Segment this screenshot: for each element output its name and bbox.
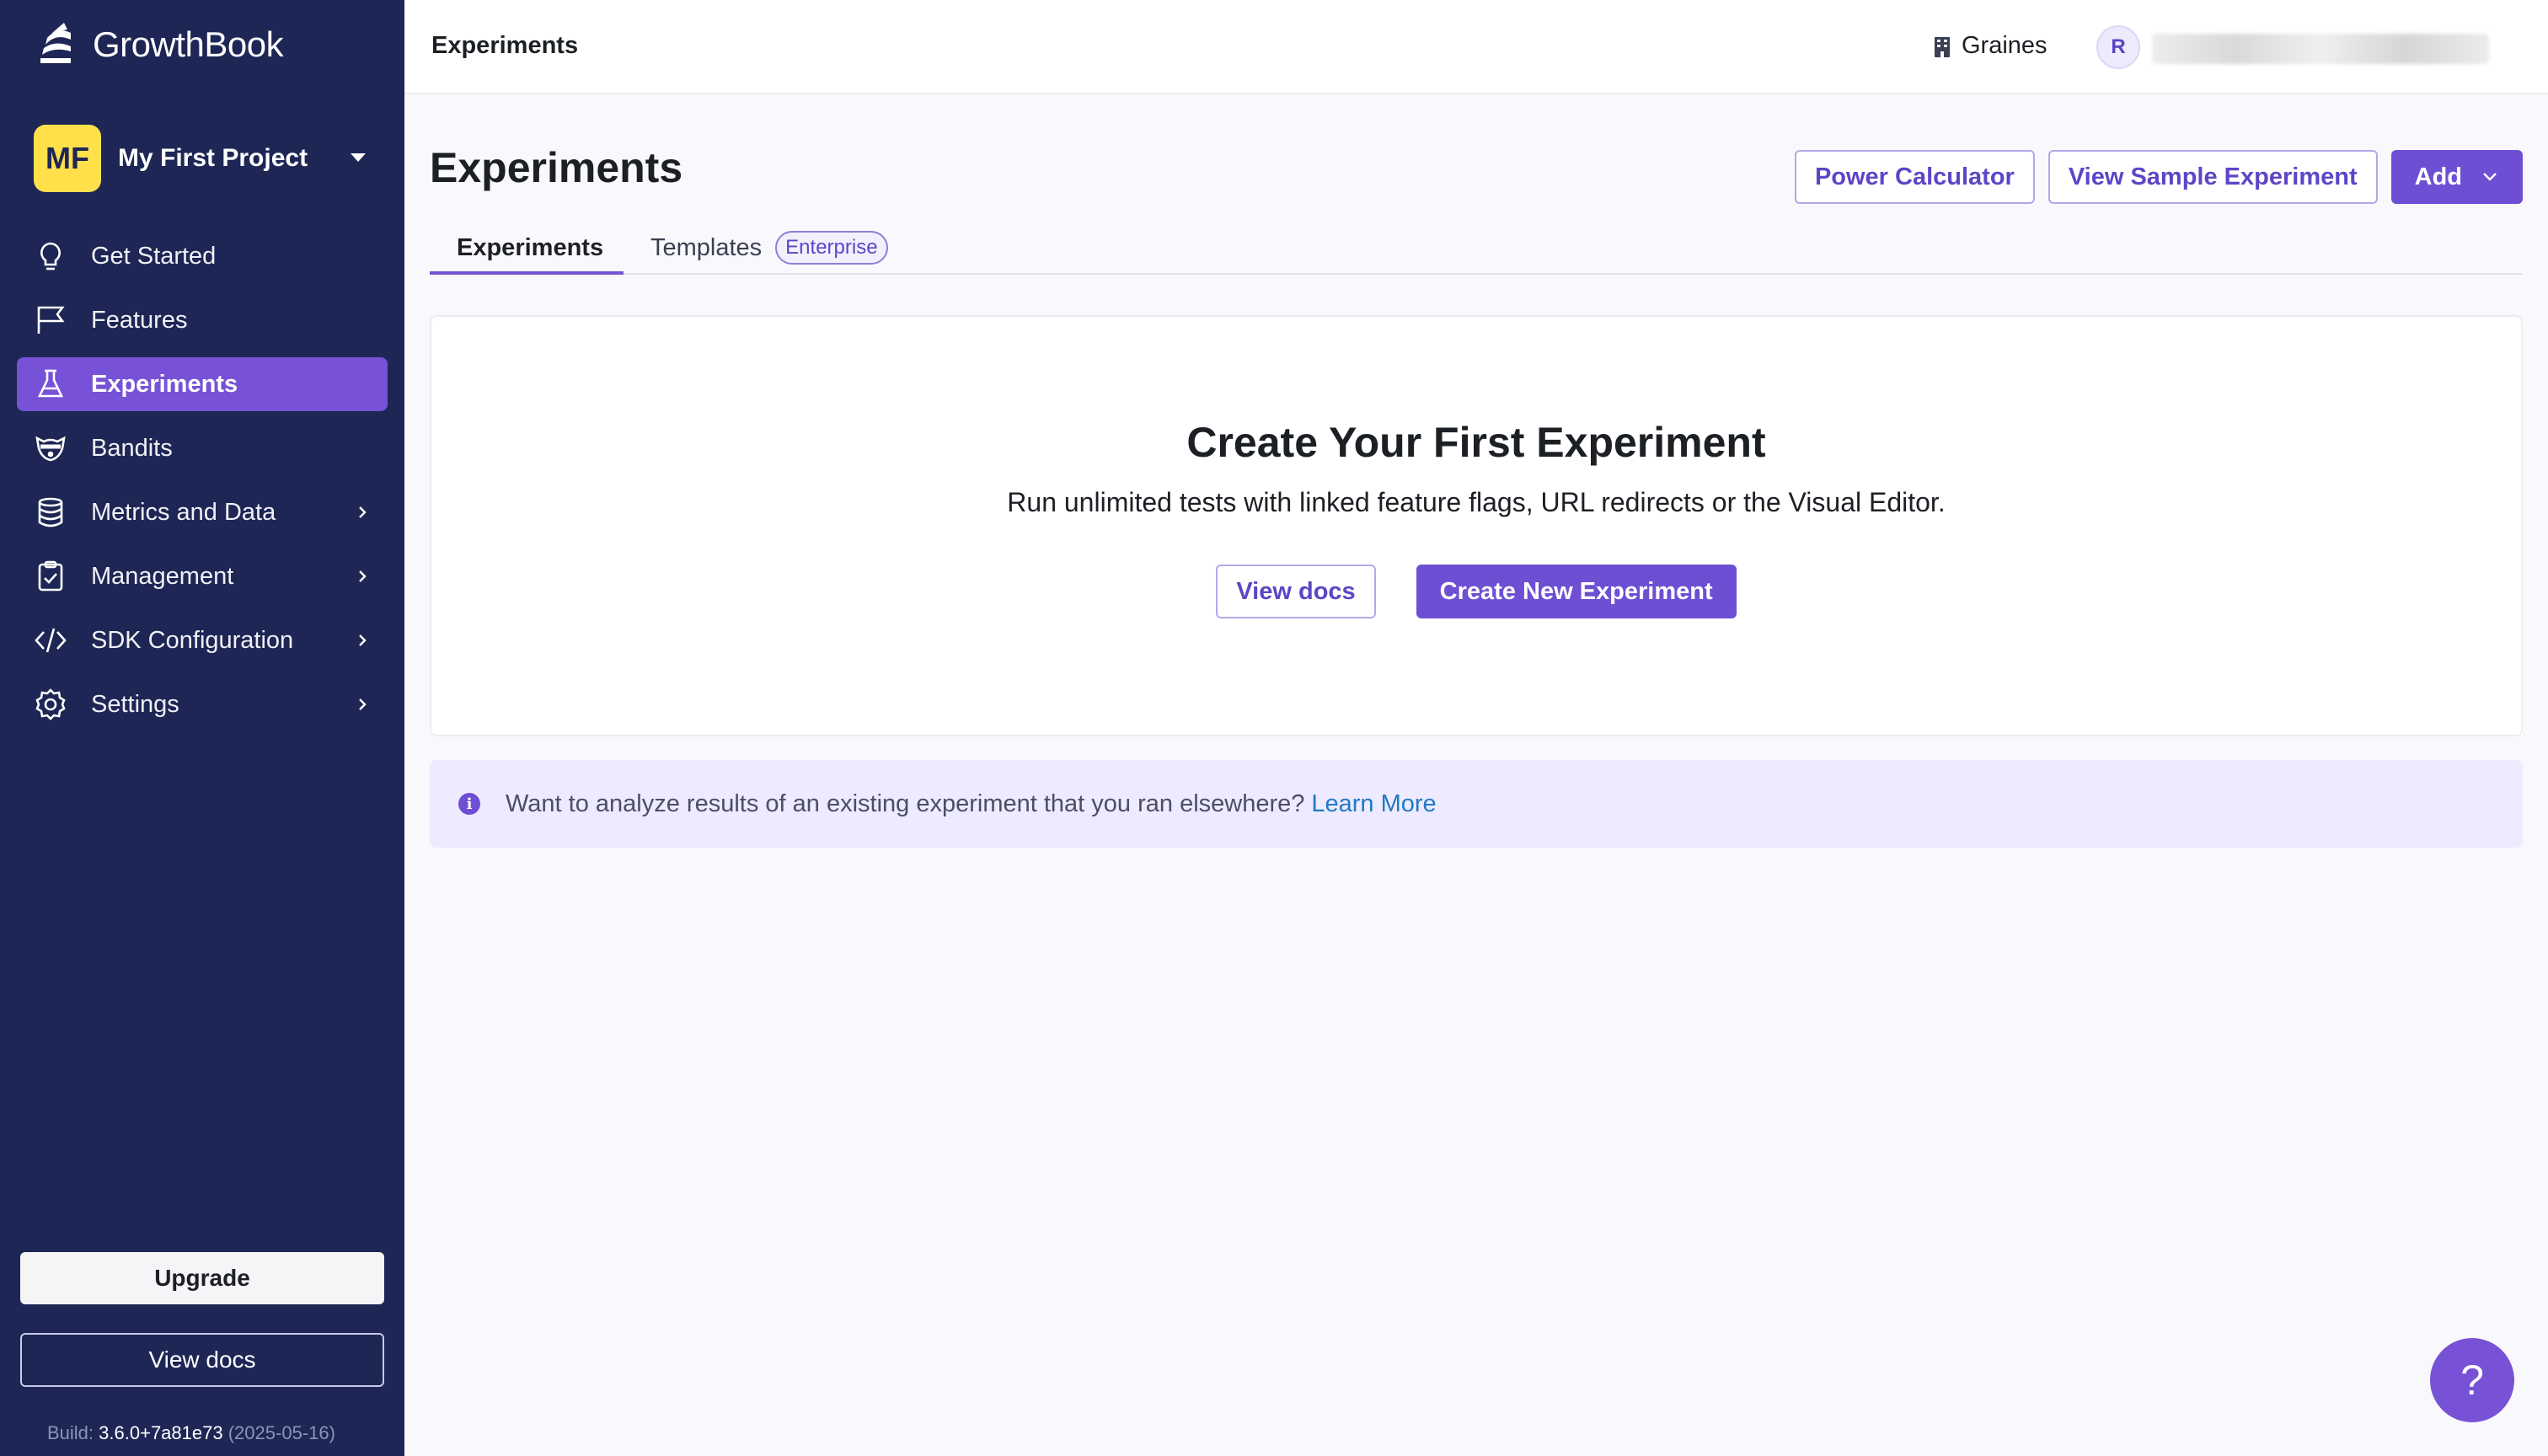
database-icon [34,495,67,529]
sidebar-item-sdk-configuration[interactable]: SDK Configuration [17,613,388,667]
flask-icon [34,367,67,401]
build-label: Build: [47,1422,94,1443]
org-name: Graines [1962,32,2048,59]
sidebar-item-settings[interactable]: Settings [17,677,388,731]
sidebar-item-experiments[interactable]: Experiments [17,357,388,411]
info-icon: i [458,793,480,815]
create-new-experiment-button[interactable]: Create New Experiment [1416,565,1737,618]
sidebar-item-label: Settings [91,690,179,718]
tab-templates[interactable]: Templates Enterprise [650,222,888,273]
flag-icon [34,303,67,337]
org-selector[interactable]: Graines [1933,32,2048,60]
info-callout: i Want to analyze results of an existing… [430,760,2523,848]
project-avatar: MF [34,125,101,192]
chevron-right-icon [359,506,367,518]
empty-state-actions: View docs Create New Experiment [431,565,2521,618]
chevron-right-icon [359,570,367,582]
user-name-redacted[interactable] [2152,34,2489,64]
caret-down-icon [351,153,366,162]
bandit-icon [34,431,67,465]
topbar-title: Experiments [431,32,579,59]
sidebar-item-label: Metrics and Data [91,498,276,526]
build-info: Build: 3.6.0+7a81e73 (2025-05-16) [47,1422,335,1444]
chevron-down-icon [2483,173,2497,181]
building-icon [1935,36,1950,57]
enterprise-badge: Enterprise [775,231,888,265]
view-sample-experiment-button[interactable]: View Sample Experiment [2048,150,2378,204]
sidebar-nav: Get Started Features Experiments Bandits… [17,229,388,741]
tab-bar: Experiments Templates Enterprise [430,211,2523,275]
upgrade-button[interactable]: Upgrade [20,1252,384,1304]
sidebar-item-label: Get Started [91,242,217,270]
callout-text: Want to analyze results of an existing e… [506,790,1305,817]
build-date: (2025-05-16) [228,1422,335,1443]
project-name: My First Project [118,144,308,172]
sidebar-view-docs-button[interactable]: View docs [20,1333,384,1387]
sidebar-item-get-started[interactable]: Get Started [17,229,388,283]
clipboard-icon [34,559,67,593]
project-selector[interactable]: MF My First Project [34,125,383,192]
sidebar-item-features[interactable]: Features [17,293,388,347]
build-version: 3.6.0+7a81e73 [99,1422,223,1443]
chevron-right-icon [359,699,367,710]
help-button[interactable]: ? [2430,1338,2514,1422]
sidebar-item-bandits[interactable]: Bandits [17,421,388,475]
code-icon [34,624,67,657]
top-bar: Experiments Graines R [404,0,2548,94]
sidebar: GrowthBook MF My First Project Get Start… [0,0,404,1456]
view-docs-button[interactable]: View docs [1216,565,1376,618]
empty-state-subtitle: Run unlimited tests with linked feature … [1007,487,1946,517]
add-button-label: Add [2414,163,2462,190]
lightbulb-icon [34,239,67,273]
power-calculator-button[interactable]: Power Calculator [1794,150,2035,204]
gear-icon [34,688,67,721]
sidebar-item-label: Features [91,306,188,334]
sidebar-item-label: Bandits [91,434,173,462]
learn-more-link[interactable]: Learn More [1311,790,1436,818]
header-actions: Power Calculator View Sample Experiment … [1794,150,2523,204]
chevron-right-icon [359,634,367,646]
user-avatar[interactable]: R [2096,25,2140,69]
growthbook-logo[interactable]: GrowthBook [34,15,284,74]
empty-state-title: Create Your First Experiment [1186,419,1766,466]
sidebar-item-label: Experiments [91,370,238,398]
sidebar-item-management[interactable]: Management [17,549,388,603]
tab-templates-label: Templates [650,233,763,261]
app-name: GrowthBook [93,24,284,64]
sidebar-item-metrics-and-data[interactable]: Metrics and Data [17,485,388,539]
empty-state-card: Create Your First Experiment Run unlimit… [430,315,2523,736]
page-title: Experiments [430,144,683,191]
tab-experiments[interactable]: Experiments [457,222,603,273]
active-tab-indicator [430,271,624,275]
sidebar-item-label: Management [91,562,234,590]
add-button[interactable]: Add [2390,150,2523,204]
growthbook-logo-icon [40,23,71,63]
sidebar-item-label: SDK Configuration [91,626,294,654]
